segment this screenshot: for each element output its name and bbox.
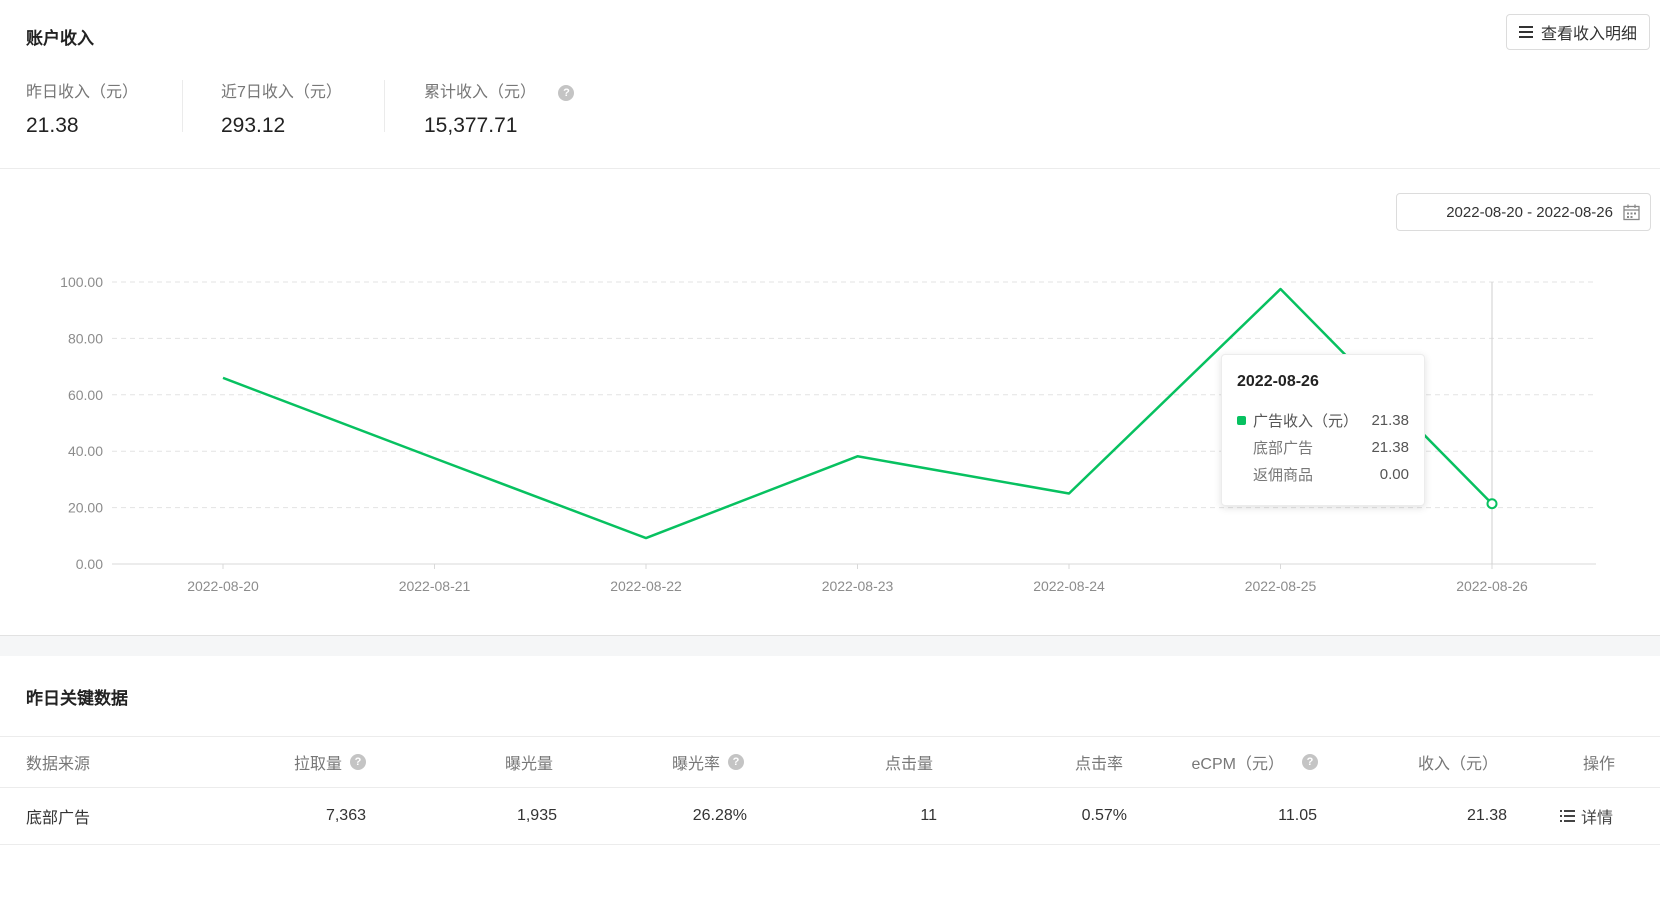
stat-total-label: 累计收入（元） ? [424, 78, 575, 102]
tooltip-value: 0.00 [1379, 466, 1409, 483]
x-tick-label: 2022-08-22 [610, 578, 682, 594]
x-tick-label: 2022-08-24 [1033, 578, 1105, 594]
stat-yesterday: 昨日收入（元） 21.38 [26, 78, 138, 138]
x-tick-label: 2022-08-25 [1245, 578, 1317, 594]
key-data-card: 昨日关键数据 数据来源 拉取量? 曝光量 曝光率? 点击量 点击率 eCPM（元… [0, 656, 1660, 912]
list-icon [1560, 809, 1575, 822]
legend-dot-icon [1237, 416, 1246, 425]
cell-clicks: 11 [920, 806, 937, 824]
x-tick-label: 2022-08-21 [399, 578, 471, 594]
x-tick-label: 2022-08-20 [187, 578, 259, 594]
stat-total: 累计收入（元） ? 15,377.71 [424, 78, 575, 138]
stat-total-value: 15,377.71 [424, 114, 518, 137]
y-tick-label: 60.00 [68, 387, 103, 403]
data-point [644, 536, 648, 540]
help-icon[interactable]: ? [728, 754, 744, 770]
tooltip-label: 广告收入（元） [1253, 413, 1359, 430]
detail-link[interactable]: 详情 [1560, 804, 1613, 828]
col-impressions: 曝光量 [504, 756, 553, 773]
col-ecpm: eCPM（元）? [1140, 737, 1318, 787]
cell-source: 底部广告 [26, 809, 91, 827]
data-point [1279, 287, 1283, 291]
cell-impression-rate: 26.28% [692, 806, 747, 824]
col-action: 操作 [1582, 756, 1615, 773]
tooltip-row-ad-income: 广告收入（元） 21.38 [1237, 407, 1409, 434]
help-icon[interactable]: ? [350, 754, 366, 770]
y-tick-label: 40.00 [68, 443, 103, 459]
col-clicks: 点击量 [884, 756, 933, 773]
table-row: 底部广告 7,363 1,935 26.28% 11 0.57% 11.05 2… [0, 787, 1660, 845]
tooltip-row-rebate: 返佣商品 0.00 [1237, 461, 1409, 488]
data-point [856, 454, 860, 458]
data-point-active [1486, 498, 1498, 510]
col-income: 收入（元） [1417, 756, 1498, 773]
income-chart-card: 2022-08-20 - 2022-08-26 0.00 20.00 40.00 60… [0, 169, 1660, 636]
stat-7days: 近7日收入（元） 293.12 [221, 78, 342, 138]
col-impression-rate: 曝光率? [560, 737, 744, 787]
data-point [221, 376, 225, 380]
stat-total-label-text: 累计收入（元） [424, 84, 537, 101]
tooltip-date: 2022-08-26 [1237, 373, 1319, 390]
tooltip-label: 返佣商品 [1253, 467, 1314, 484]
summary-title: 账户收入 [26, 29, 94, 48]
y-tick-label: 0.00 [76, 556, 103, 572]
data-point [433, 456, 437, 460]
stat-divider [384, 80, 385, 132]
tooltip-value: 21.38 [1371, 412, 1409, 429]
help-icon[interactable]: ? [1302, 754, 1318, 770]
x-tick-label: 2022-08-23 [822, 578, 894, 594]
tooltip-label: 底部广告 [1253, 440, 1314, 457]
cell-income: 21.38 [1466, 806, 1507, 824]
y-tick-label: 80.00 [68, 330, 103, 346]
cell-action: 详情 [1560, 787, 1613, 844]
stat-yesterday-label: 昨日收入（元） [26, 84, 139, 101]
y-tick-label: 20.00 [68, 500, 103, 516]
col-pulls: 拉取量? [190, 737, 366, 787]
view-income-detail-button[interactable]: 查看收入明细 [1506, 14, 1650, 50]
stat-divider [182, 80, 183, 132]
cell-impressions: 1,935 [516, 806, 557, 824]
cell-pulls: 7,363 [325, 806, 366, 824]
stat-7days-value: 293.12 [221, 114, 286, 137]
data-point [1067, 492, 1071, 496]
cell-ctr: 0.57% [1081, 806, 1127, 824]
stat-7days-label: 近7日收入（元） [221, 84, 342, 101]
tooltip-value: 21.38 [1371, 439, 1409, 456]
x-tick-label: 2022-08-26 [1456, 578, 1528, 594]
tooltip-row-bottom-ad: 底部广告 21.38 [1237, 434, 1409, 461]
y-tick-label: 100.00 [60, 274, 103, 290]
view-income-detail-label: 查看收入明细 [1540, 26, 1637, 43]
key-data-title: 昨日关键数据 [26, 689, 128, 708]
table-header: 数据来源 拉取量? 曝光量 曝光率? 点击量 点击率 eCPM（元）? 收入（元… [0, 736, 1660, 788]
help-icon[interactable]: ? [558, 84, 575, 101]
chart-tooltip: 2022-08-26 广告收入（元） 21.38 底部广告 21.38 返佣商品… [1221, 354, 1425, 506]
col-source: 数据来源 [26, 756, 91, 773]
col-ctr: 点击率 [1074, 756, 1123, 773]
cell-ecpm: 11.05 [1278, 806, 1317, 824]
detail-link-label: 详情 [1581, 809, 1614, 827]
income-summary-card: 账户收入 查看收入明细 昨日收入（元） 21.38 近7日收入（元） 293.1… [0, 0, 1660, 169]
stat-yesterday-value: 21.38 [26, 114, 79, 137]
menu-list-icon [1518, 26, 1533, 38]
